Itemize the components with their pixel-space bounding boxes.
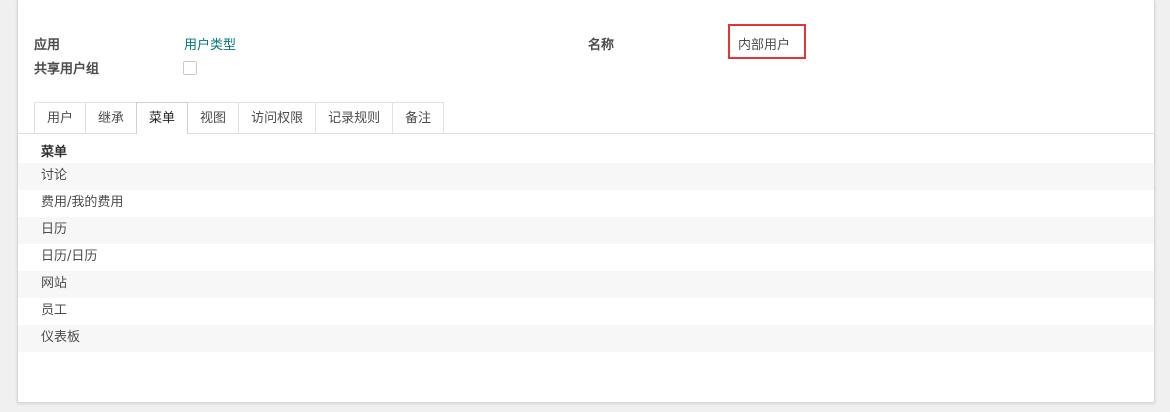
tab-bar: 用户 继承 菜单 视图 访问权限 记录规则 备注 (34, 102, 445, 134)
menu-list: 讨论 费用/我的费用 日历 日历/日历 网站 员工 仪表板 (18, 163, 1154, 352)
tab-record-rules[interactable]: 记录规则 (315, 102, 394, 133)
tab-users[interactable]: 用户 (34, 102, 87, 133)
table-row[interactable]: 员工 (18, 298, 1154, 325)
table-row[interactable]: 网站 (18, 271, 1154, 298)
table-header: 菜单 (18, 134, 1154, 163)
table-row[interactable]: 日历 (18, 217, 1154, 244)
table-row[interactable]: 费用/我的费用 (18, 190, 1154, 217)
name-label: 名称 (588, 38, 615, 53)
table-row[interactable]: 仪表板 (18, 325, 1154, 352)
shared-group-label: 共享用户组 (34, 62, 100, 77)
tab-notes[interactable]: 备注 (392, 102, 445, 133)
form-sheet: 应用 用户类型 共享用户组 名称 内部用户 用户 继承 菜单 视图 访问权限 记… (17, 0, 1155, 403)
tab-menus[interactable]: 菜单 (136, 102, 189, 134)
app-value-link[interactable]: 用户类型 (184, 34, 236, 53)
shared-group-checkbox[interactable] (183, 61, 197, 75)
table-row[interactable]: 日历/日历 (18, 244, 1154, 271)
name-field[interactable]: 内部用户 (738, 34, 790, 53)
tab-views[interactable]: 视图 (187, 102, 240, 133)
app-label: 应用 (34, 38, 61, 53)
column-header-menu[interactable]: 菜单 (41, 141, 67, 160)
tab-inherited[interactable]: 继承 (85, 102, 138, 133)
tab-access-rights[interactable]: 访问权限 (238, 102, 317, 133)
table-row[interactable]: 讨论 (18, 163, 1154, 190)
